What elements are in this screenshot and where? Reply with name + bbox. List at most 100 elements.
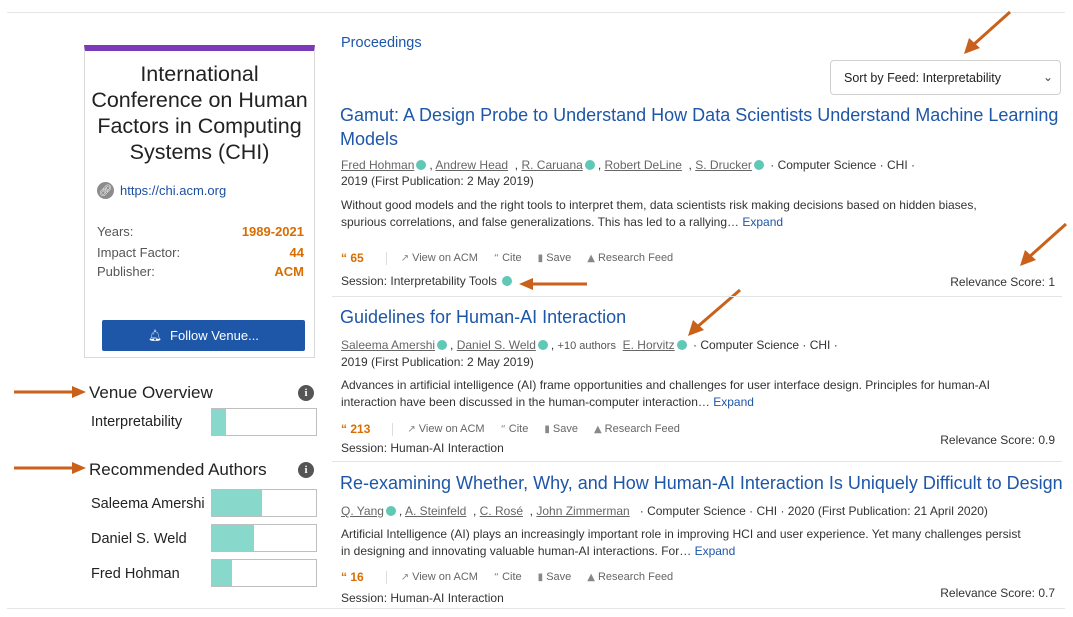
venue-url-link[interactable]: 🔗︎ https://chi.acm.org [97,182,226,199]
divider [392,422,394,436]
author-link[interactable]: E. Horvitz [623,338,675,352]
paper-title-link[interactable]: Re-examining Whether, Why, and How Human… [340,471,1063,495]
proceedings-heading: Proceedings [341,35,422,51]
external-view-icon: ↗ [400,571,410,583]
overview-bar [211,408,317,436]
cite-label: Cite [502,252,522,264]
quote-icon: “ [500,423,506,435]
author-bar-label[interactable]: Fred Hohman [91,566,180,582]
author-link[interactable]: Robert DeLine [605,158,682,172]
annotation-arrow-sort [964,10,1012,54]
external-view-icon: ↗ [400,252,410,264]
cite-label: Cite [508,423,529,435]
author-dot-icon [437,340,448,350]
more-authors[interactable]: +10 authors [558,340,616,352]
author-bar-fill [212,560,232,586]
paper-authors: Fred Hohman, Andrew Head , R. Caruana, R… [341,158,915,188]
research-feed-button[interactable]: ▲ Research Feed [594,423,680,435]
author-bar [211,559,317,587]
years-label: Years: [97,224,134,239]
quote-icon: “ [493,571,500,583]
author-link[interactable]: Fred Hohman [341,158,414,172]
session-label: Session: Human-AI Interaction [341,441,504,455]
annotation-arrow-venue-overview [14,386,86,398]
publisher-value: ACM [274,264,304,279]
research-feed-button[interactable]: ▲ Research Feed [587,571,673,583]
author-dot-icon [537,340,548,350]
paper-date: 2020 (First Publication: 21 April 2020) [787,504,988,518]
author-link[interactable]: John Zimmerman [536,504,629,518]
author-link[interactable]: Saleema Amershi [341,338,435,352]
citation-count: “ 65 [341,251,364,265]
relevance-score: Relevance Score: 0.7 [940,586,1055,600]
author-bar-label[interactable]: Saleema Amershi [91,496,205,512]
citation-value: 65 [350,251,364,265]
author-link[interactable]: Daniel S. Weld [457,338,536,352]
author-dot-icon [753,160,764,170]
expand-link[interactable]: Expand [713,395,754,409]
citation-value: 213 [350,422,371,436]
impact-label: Impact Factor: [97,245,181,260]
top-border [7,12,1065,13]
thumbs-up-icon: ▲ [587,252,595,264]
sort-select[interactable]: Sort by Feed: Interpretability ⌄ [830,60,1061,95]
chevron-down-icon: ⌄ [1042,70,1053,84]
paper-title-line: Models [340,129,399,149]
annotation-arrow-recommended-authors [14,462,86,474]
feed-label: Research Feed [604,423,680,435]
save-label: Save [552,423,578,435]
info-icon[interactable]: i [298,385,314,401]
expand-link[interactable]: Expand [695,544,736,558]
author-bar-label[interactable]: Daniel S. Weld [91,531,187,547]
paper-authors: Q. Yang, A. Steinfeld , C. Rosé , John Z… [341,504,988,518]
follow-venue-label: Follow Venue... [170,328,259,343]
author-bar-fill [212,525,254,551]
paper-authors: Saleema Amershi, Daniel S. Weld, +10 aut… [341,338,838,369]
feed-label: Research Feed [597,252,674,264]
paper-actions: “ 16 ↗ View on ACM “Cite ▮ Save ▲ Research … [341,570,689,584]
save-button[interactable]: ▮ Save [538,571,572,583]
view-on-acm-button[interactable]: ↗ View on ACM [401,571,478,583]
view-on-acm-button[interactable]: ↗ View on ACM [407,423,484,435]
external-view-icon: ↗ [407,423,416,435]
publisher-label: Publisher: [97,264,155,279]
citation-count: “ 213 [341,422,370,436]
author-link[interactable]: S. Drucker [695,158,752,172]
annotation-arrow-relevance [1020,222,1068,266]
view-on-acm-button[interactable]: ↗ View on ACM [401,252,478,264]
author-link[interactable]: R. Caruana [521,158,582,172]
paper-venue: CHI [809,338,831,352]
author-link[interactable]: A. Steinfeld [405,504,466,518]
session-dot-icon [501,276,512,286]
paper-date: 2019 (First Publication: 2 May 2019) [341,174,534,188]
cite-button[interactable]: “Cite [494,252,522,264]
save-button[interactable]: ▮ Save [538,252,572,264]
author-link[interactable]: C. Rosé [480,504,523,518]
author-link[interactable]: Q. Yang [341,504,384,518]
bottom-border [7,608,1065,609]
paper-actions: “ 213 ↗ View on ACM “Cite ▮ Save ▲ Research… [341,422,696,436]
paper-actions: “ 65 ↗ View on ACM “Cite ▮ Save ▲ Research … [341,251,689,265]
impact-value: 44 [289,245,304,260]
author-bar-fill [212,490,262,516]
cite-button[interactable]: “Cite [494,571,522,583]
info-icon[interactable]: i [298,462,314,478]
paper-venue: CHI [886,158,908,172]
author-dot-icon [416,160,427,170]
research-feed-button[interactable]: ▲ Research Feed [587,252,673,264]
bookmark-icon: ▮ [537,571,544,583]
paper-title-link[interactable]: Gamut: A Design Probe to Understand How … [340,103,1058,151]
author-link[interactable]: Andrew Head [435,158,508,172]
paper-date: 2019 (First Publication: 2 May 2019) [341,355,534,369]
cite-button[interactable]: “Cite [501,423,529,435]
author-bar [211,489,317,517]
expand-link[interactable]: Expand [742,215,783,229]
follow-venue-button[interactable]: 🔔︎ Follow Venue... [102,320,305,351]
paper-title-line: Re-examining Whether, Why, and How Human… [340,473,1063,493]
thumbs-up-icon: ▲ [593,423,602,435]
citation-value: 16 [350,570,364,584]
save-button[interactable]: ▮ Save [544,423,578,435]
paper-title-link[interactable]: Guidelines for Human-AI Interaction [340,305,626,329]
thumbs-up-icon: ▲ [587,571,595,583]
view-label: View on ACM [412,571,478,583]
